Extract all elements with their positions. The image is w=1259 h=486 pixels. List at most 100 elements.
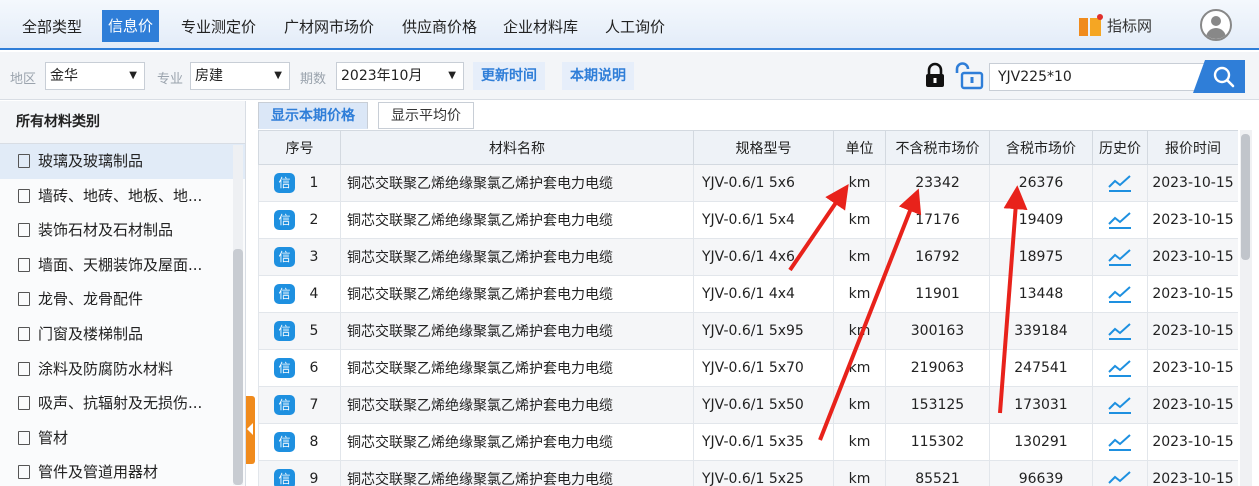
cell-price-ex-tax: 11901 (885, 275, 990, 313)
row-number: 7 (309, 397, 319, 413)
cell-price-incl-tax: 26376 (989, 164, 1093, 202)
cell-history (1092, 201, 1148, 239)
trend-chart-icon[interactable] (1108, 248, 1132, 266)
info-badge[interactable]: 信 (274, 284, 295, 304)
sidebar-collapse-button[interactable] (246, 396, 255, 464)
sidebar-item-coatings[interactable]: 涂料及防腐防水材料 (0, 352, 245, 387)
tab-info-price[interactable]: 信息价 (102, 10, 160, 42)
cell-spec: YJV-0.6/1 5x6 (693, 164, 834, 202)
app-window: 全部类型 信息价 专业测定价 广材网市场价 供应商价格 企业材料库 人工询价 指… (0, 0, 1259, 486)
header-price-ex-tax[interactable]: 不含税市场价 (885, 130, 990, 165)
table-row[interactable]: 信 7 铜芯交联聚乙烯绝缘聚氯乙烯护套电力电缆 YJV-0.6/1 5x50 km 153… (258, 386, 1238, 424)
lock-icon[interactable] (921, 62, 949, 90)
cell-price-ex-tax: 85521 (885, 460, 990, 486)
cell-unit: km (833, 460, 886, 486)
document-icon (18, 430, 30, 445)
unlock-icon[interactable] (953, 62, 985, 90)
user-avatar-icon[interactable] (1200, 9, 1232, 41)
sidebar-item-label: 门窗及楼梯制品 (38, 324, 144, 343)
table-row[interactable]: 信 6 铜芯交联聚乙烯绝缘聚氯乙烯护套电力电缆 YJV-0.6/1 5x70 km 219… (258, 349, 1238, 387)
cell-spec: YJV-0.6/1 5x25 (693, 460, 834, 486)
tab-current-price[interactable]: 显示本期价格 (258, 102, 368, 129)
sidebar-item-doors-windows[interactable]: 门窗及楼梯制品 (0, 317, 245, 352)
search-input[interactable]: YJV225*10 (989, 63, 1209, 91)
cell-price-incl-tax: 173031 (989, 386, 1093, 424)
info-badge[interactable]: 信 (274, 247, 295, 267)
trend-chart-icon[interactable] (1108, 211, 1132, 229)
tab-market-price[interactable]: 广材网市场价 (284, 16, 374, 37)
tab-professional-price[interactable]: 专业测定价 (181, 16, 256, 37)
sidebar-item-stone[interactable]: 装饰石材及石材制品 (0, 213, 245, 248)
top-nav: 全部类型 信息价 专业测定价 广材网市场价 供应商价格 企业材料库 人工询价 指… (0, 0, 1259, 50)
info-badge[interactable]: 信 (274, 395, 295, 415)
table-row[interactable]: 信 8 铜芯交联聚乙烯绝缘聚氯乙烯护套电力电缆 YJV-0.6/1 5x35 km 115… (258, 423, 1238, 461)
cell-quote-date: 2023-10-15 (1147, 349, 1238, 387)
cell-quote-date: 2023-10-15 (1147, 460, 1238, 486)
info-badge[interactable]: 信 (274, 321, 295, 341)
table-row[interactable]: 信 4 铜芯交联聚乙烯绝缘聚氯乙烯护套电力电缆 YJV-0.6/1 4x4 km 1190… (258, 275, 1238, 313)
table-scrollbar-thumb[interactable] (1241, 134, 1250, 260)
info-badge[interactable]: 信 (274, 173, 295, 193)
cell-quote-date: 2023-10-15 (1147, 238, 1238, 276)
header-material-name[interactable]: 材料名称 (340, 130, 694, 165)
cell-material-name: 铜芯交联聚乙烯绝缘聚氯乙烯护套电力电缆 (340, 275, 694, 313)
brand-logo[interactable]: 指标网 (1079, 13, 1152, 37)
cell-price-ex-tax: 17176 (885, 201, 990, 239)
tab-manual-inquiry[interactable]: 人工询价 (605, 16, 665, 37)
sidebar-item-label: 吸声、抗辐射及无损伤... (38, 394, 203, 413)
sidebar-item-pipes[interactable]: 管材 (0, 421, 245, 456)
trend-chart-icon[interactable] (1108, 470, 1132, 486)
chevron-down-icon: ▼ (448, 70, 456, 81)
info-badge[interactable]: 信 (274, 210, 295, 230)
header-spec[interactable]: 规格型号 (693, 130, 834, 165)
cell-material-name: 铜芯交联聚乙烯绝缘聚氯乙烯护套电力电缆 (340, 460, 694, 486)
cell-history (1092, 164, 1148, 202)
table-row[interactable]: 信 1 铜芯交联聚乙烯绝缘聚氯乙烯护套电力电缆 YJV-0.6/1 5x6 km 2334… (258, 164, 1238, 202)
cell-unit: km (833, 386, 886, 424)
row-number: 8 (309, 434, 319, 450)
info-badge[interactable]: 信 (274, 432, 295, 452)
sidebar-item-pipe-fittings[interactable]: 管件及管道用器材 (0, 455, 245, 486)
sidebar-item-wall-ceiling[interactable]: 墙面、天棚装饰及屋面... (0, 248, 245, 283)
header-history[interactable]: 历史价 (1092, 130, 1148, 165)
document-icon (18, 292, 30, 307)
row-number: 3 (309, 249, 319, 265)
sidebar-item-glass[interactable]: 玻璃及玻璃制品 (0, 144, 245, 179)
table-row[interactable]: 信 3 铜芯交联聚乙烯绝缘聚氯乙烯护套电力电缆 YJV-0.6/1 4x6 km 1679… (258, 238, 1238, 276)
period-note-button[interactable]: 本期说明 (562, 62, 634, 90)
cell-history (1092, 312, 1148, 350)
document-icon (18, 361, 30, 376)
tab-average-price[interactable]: 显示平均价 (378, 102, 474, 129)
update-time-button[interactable]: 更新时间 (473, 62, 545, 90)
table-row[interactable]: 信 9 铜芯交联聚乙烯绝缘聚氯乙烯护套电力电缆 YJV-0.6/1 5x25 km 855… (258, 460, 1238, 486)
sidebar-item-tiles[interactable]: 墙砖、地砖、地板、地... (0, 179, 245, 214)
trend-chart-icon[interactable] (1108, 322, 1132, 340)
trend-chart-icon[interactable] (1108, 285, 1132, 303)
header-quote-date[interactable]: 报价时间 (1147, 130, 1238, 165)
tab-supplier-price[interactable]: 供应商价格 (402, 16, 477, 37)
major-select[interactable]: 房建 ▼ (190, 62, 290, 90)
info-badge[interactable]: 信 (274, 358, 295, 378)
sidebar-item-acoustic[interactable]: 吸声、抗辐射及无损伤... (0, 386, 245, 421)
header-unit[interactable]: 单位 (833, 130, 886, 165)
table-row[interactable]: 信 5 铜芯交联聚乙烯绝缘聚氯乙烯护套电力电缆 YJV-0.6/1 5x95 km 300… (258, 312, 1238, 350)
trend-chart-icon[interactable] (1108, 174, 1132, 192)
header-index[interactable]: 序号 (258, 130, 341, 165)
sidebar-item-keel[interactable]: 龙骨、龙骨配件 (0, 282, 245, 317)
sidebar-item-label: 龙骨、龙骨配件 (38, 290, 144, 309)
cell-spec: YJV-0.6/1 5x95 (693, 312, 834, 350)
trend-chart-icon[interactable] (1108, 396, 1132, 414)
tab-all-types[interactable]: 全部类型 (22, 16, 82, 37)
table-row[interactable]: 信 2 铜芯交联聚乙烯绝缘聚氯乙烯护套电力电缆 YJV-0.6/1 5x4 km 1717… (258, 201, 1238, 239)
header-price-incl-tax[interactable]: 含税市场价 (989, 130, 1093, 165)
cell-spec: YJV-0.6/1 4x4 (693, 275, 834, 313)
trend-chart-icon[interactable] (1108, 433, 1132, 451)
trend-chart-icon[interactable] (1108, 359, 1132, 377)
info-badge[interactable]: 信 (274, 469, 295, 486)
tab-enterprise-library[interactable]: 企业材料库 (503, 16, 578, 37)
period-select[interactable]: 2023年10月 ▼ (336, 62, 464, 90)
region-select[interactable]: 金华 ▼ (45, 62, 145, 90)
chevron-down-icon: ▼ (129, 70, 137, 81)
sidebar-item-label: 玻璃及玻璃制品 (38, 152, 144, 170)
sidebar-scrollbar-thumb[interactable] (233, 249, 243, 485)
